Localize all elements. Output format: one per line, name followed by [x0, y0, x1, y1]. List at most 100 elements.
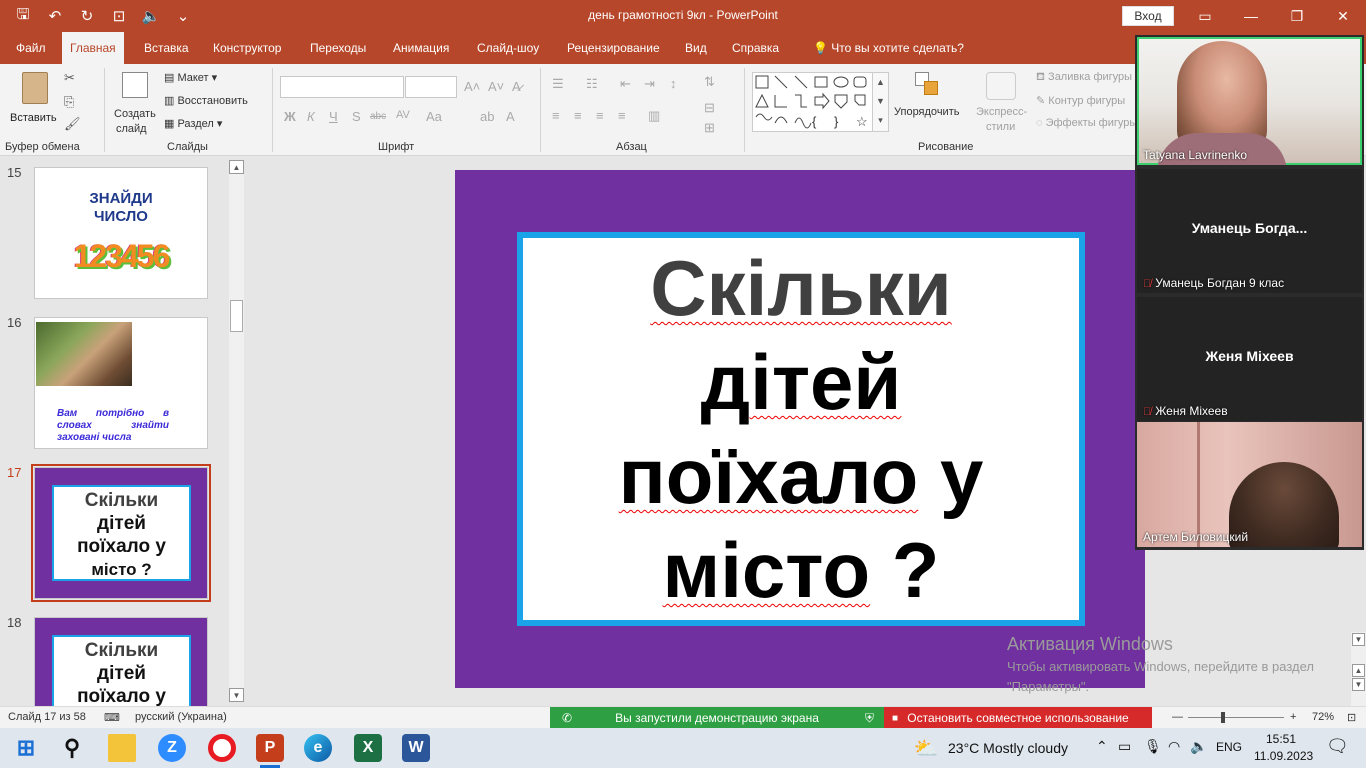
weather-icon[interactable]: ⛅	[912, 734, 940, 762]
tab-transitions[interactable]: Переходы	[302, 32, 374, 64]
undo-icon[interactable]: ↶	[42, 6, 68, 26]
scroll-down-icon[interactable]: ▼	[229, 688, 244, 702]
slide-thumbnail-15[interactable]: ЗНАЙДИ ЧИСЛО 123456	[34, 167, 208, 299]
tab-help[interactable]: Справка	[724, 32, 787, 64]
slideshow-icon[interactable]: ⊡	[106, 6, 132, 26]
smartart-icon[interactable]: ⊞	[704, 120, 715, 136]
speaker-icon[interactable]: 🔈	[138, 6, 164, 26]
zoom-in-icon[interactable]: +	[1290, 711, 1296, 723]
microphone-icon[interactable]: 🎙	[1144, 738, 1162, 755]
numbering-icon[interactable]: ☷	[586, 76, 598, 92]
tab-home[interactable]: Главная	[62, 32, 124, 64]
zoom-level[interactable]: 72%	[1312, 711, 1334, 723]
font-size-combo[interactable]	[405, 76, 457, 98]
text-direction-icon[interactable]: ⇅	[704, 74, 715, 90]
notifications-icon[interactable]: 🗨	[1326, 736, 1349, 757]
tab-review[interactable]: Рецензирование	[559, 32, 668, 64]
wifi-icon[interactable]: ◠	[1168, 738, 1180, 755]
align-right-icon[interactable]: ≡	[596, 108, 604, 123]
save-icon[interactable]: 🖫	[10, 6, 36, 26]
tab-design[interactable]: Конструктор	[205, 32, 289, 64]
fit-slide-icon[interactable]: ⊡	[1347, 711, 1356, 724]
line-spacing-icon[interactable]: ↕	[670, 76, 677, 91]
align-center-icon[interactable]: ≡	[574, 108, 582, 123]
brace-right-icon[interactable]: }	[834, 114, 838, 129]
participant-tile[interactable]: Уманець Богда... 🎙̸ Уманець Богдан 9 клас	[1137, 169, 1362, 293]
participant-tile[interactable]: Tatyana Lavrinenko	[1137, 37, 1362, 165]
weather-text[interactable]: 23°C Mostly cloudy	[948, 740, 1068, 756]
tab-view[interactable]: Вид	[677, 32, 715, 64]
windows-start-icon[interactable]: ⊞	[12, 734, 40, 762]
input-language[interactable]: ENG	[1216, 740, 1242, 754]
chevron-up-icon[interactable]: ⌃	[1096, 738, 1108, 755]
close-icon[interactable]: ✕	[1320, 0, 1366, 32]
opera-icon[interactable]	[208, 734, 236, 762]
search-icon[interactable]: ⚲	[58, 734, 86, 762]
ribbon-display-icon[interactable]: ▭	[1182, 0, 1228, 32]
login-button[interactable]: Вход	[1122, 6, 1174, 26]
new-slide-button[interactable]: Создать слайд	[110, 70, 160, 140]
participant-tile[interactable]: Артем Биловицкий	[1137, 422, 1362, 547]
restore-icon[interactable]: ❐	[1274, 0, 1320, 32]
copy-icon[interactable]: ⎘	[64, 94, 74, 110]
scroll-thumb[interactable]	[230, 300, 243, 332]
change-case-button[interactable]: Aa	[426, 109, 442, 124]
tab-slideshow[interactable]: Слайд-шоу	[469, 32, 547, 64]
scroll-up-icon[interactable]: ▲	[229, 160, 244, 174]
bold-button[interactable]: Ж	[284, 109, 296, 124]
gallery-scroll[interactable]: ▲ ▼ ▾	[872, 72, 889, 132]
language-status[interactable]: русский (Украина)	[135, 711, 227, 723]
edge-icon[interactable]: e	[304, 734, 332, 762]
slide-thumbnail-18[interactable]: Скільки дітей поїхало у	[34, 617, 208, 706]
clear-format-icon[interactable]: A̷	[512, 79, 521, 94]
shape-effects-button[interactable]: ◌ Эффекты фигуры	[1036, 117, 1137, 129]
shape-outline-button[interactable]: ✎ Контур фигуры	[1036, 94, 1125, 107]
arrange-button[interactable]: Упорядочить	[893, 70, 967, 140]
reset-button[interactable]: ▥ Восстановить	[164, 94, 248, 107]
tab-file[interactable]: Файл	[8, 32, 54, 64]
increase-indent-icon[interactable]: ⇥	[644, 76, 655, 92]
char-spacing-button[interactable]: AV	[396, 109, 410, 121]
redo-icon[interactable]: ↻	[74, 6, 100, 26]
zoom-slider[interactable]	[1188, 712, 1284, 723]
zoom-slider-thumb[interactable]	[1221, 712, 1225, 723]
language-icon[interactable]: ⌨	[104, 711, 120, 724]
highlight-icon[interactable]: ab	[480, 109, 494, 124]
editor-scrollbar[interactable]: ▼ ▲ ▼	[1351, 632, 1366, 706]
slide-thumbnail-16[interactable]: Вам потрібно в словах знайти заховані чи…	[34, 317, 208, 449]
next-slide-icon[interactable]: ▼	[1352, 678, 1365, 691]
columns-icon[interactable]: ▥	[648, 108, 660, 124]
zoom-app-icon[interactable]: Z	[158, 734, 186, 762]
slide-thumbnail-17[interactable]: Скільки дітей поїхало у місто ?	[31, 464, 211, 602]
clock-time[interactable]: 15:51	[1266, 732, 1296, 746]
prev-slide-icon[interactable]: ▲	[1352, 664, 1365, 677]
underline-button[interactable]: Ч	[329, 109, 338, 124]
align-left-icon[interactable]: ≡	[552, 108, 560, 123]
tab-insert[interactable]: Вставка	[136, 32, 197, 64]
layout-button[interactable]: ▤ Макет ▾	[164, 71, 217, 84]
tab-animations[interactable]: Анимация	[385, 32, 457, 64]
minimize-icon[interactable]: —	[1228, 0, 1274, 32]
word-icon[interactable]: W	[402, 734, 430, 762]
brace-left-icon[interactable]: {	[812, 114, 816, 129]
participant-tile[interactable]: Женя Міхеев 🎙̸ Женя Міхеев	[1137, 297, 1362, 421]
volume-icon[interactable]: 🔈	[1190, 738, 1207, 755]
battery-icon[interactable]: ▭	[1118, 738, 1131, 755]
shadow-button[interactable]: S	[352, 109, 361, 124]
file-explorer-icon[interactable]	[108, 734, 136, 762]
tell-me-search[interactable]: 💡 Что вы хотите сделать?	[805, 32, 972, 64]
powerpoint-icon[interactable]: P	[256, 734, 284, 762]
stop-sharing-button[interactable]: ■ Остановить совместное использование	[884, 707, 1152, 729]
format-painter-icon[interactable]: 🖌	[64, 116, 81, 132]
strikethrough-button[interactable]: abc	[370, 111, 386, 122]
excel-icon[interactable]: X	[354, 734, 382, 762]
justify-icon[interactable]: ≡	[618, 108, 626, 123]
grow-font-icon[interactable]: A˄	[464, 79, 480, 94]
bullets-icon[interactable]: ☰	[552, 76, 564, 92]
cut-icon[interactable]: ✂	[64, 70, 75, 86]
zoom-out-icon[interactable]: —	[1172, 711, 1183, 723]
thumbnails-scrollbar[interactable]: ▲ ▼	[229, 160, 244, 702]
italic-button[interactable]: К	[307, 109, 315, 124]
decrease-indent-icon[interactable]: ⇤	[620, 76, 631, 92]
section-button[interactable]: ▦ Раздел ▾	[164, 117, 222, 130]
